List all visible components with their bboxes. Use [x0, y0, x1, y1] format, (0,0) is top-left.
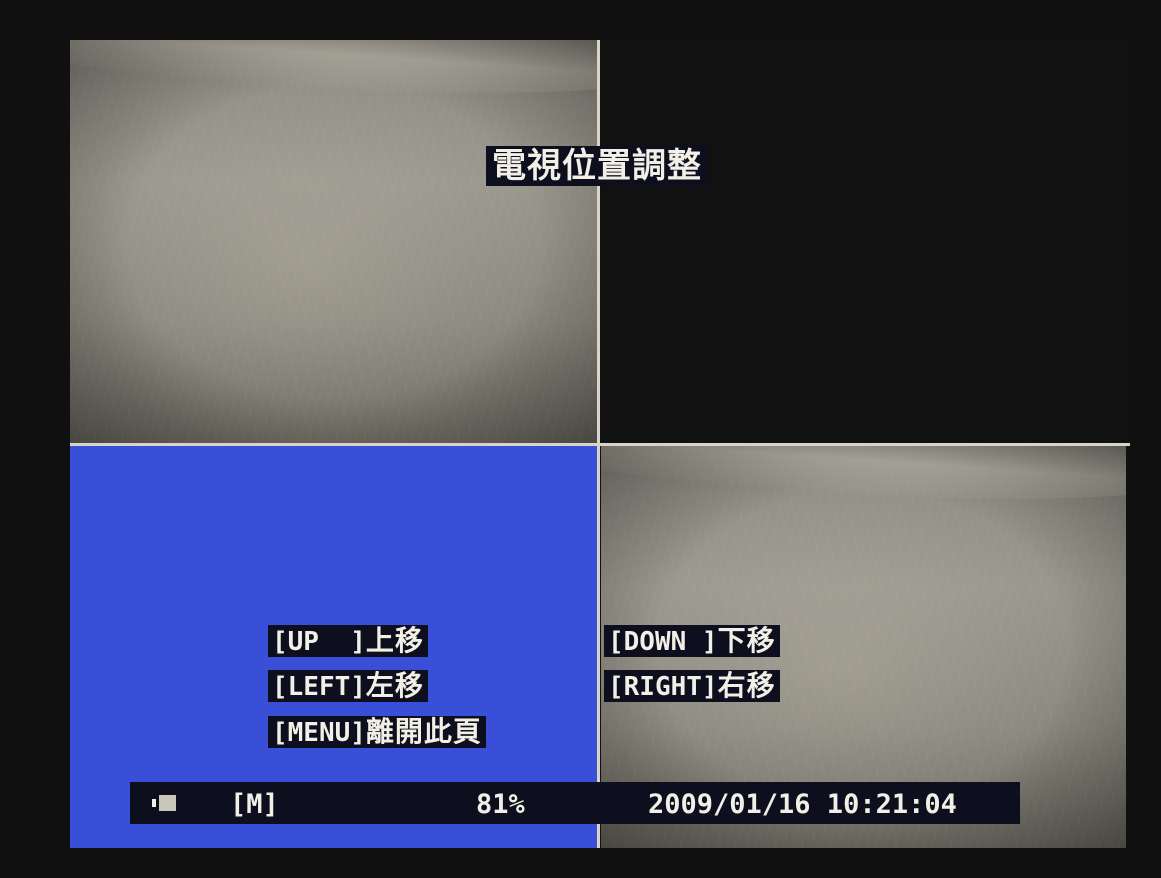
recording-indicator-icon — [152, 795, 176, 811]
command-up-key: [UP ] — [272, 627, 366, 657]
command-left[interactable]: [LEFT]左移 — [268, 670, 428, 702]
command-up[interactable]: [UP ]上移 — [268, 625, 428, 657]
horizontal-divider — [70, 443, 1130, 446]
status-level: 81% — [476, 789, 525, 820]
status-datetime: 2009/01/16 10:21:04 — [648, 789, 957, 820]
command-down-label: 下移 — [717, 624, 776, 657]
command-right[interactable]: [RIGHT]右移 — [604, 670, 780, 702]
camera-channel-1[interactable] — [70, 40, 598, 444]
command-menu-label: 離開此頁 — [365, 715, 482, 748]
command-menu-key: [MENU] — [272, 718, 366, 748]
status-bar: [M] 81% 2009/01/16 10:21:04 — [130, 782, 1020, 824]
dvr-screen: 電視位置調整 [UP ]上移 [LEFT]左移 [MENU]離開此頁 [DOWN… — [0, 0, 1161, 878]
page-title: 電視位置調整 — [486, 146, 708, 186]
status-mode: [M] — [230, 789, 279, 820]
command-left-key: [LEFT] — [272, 672, 366, 702]
command-left-label: 左移 — [365, 669, 424, 702]
command-up-label: 上移 — [365, 624, 424, 657]
command-menu[interactable]: [MENU]離開此頁 — [268, 716, 486, 748]
command-right-key: [RIGHT] — [608, 672, 718, 702]
command-right-label: 右移 — [717, 669, 776, 702]
command-down-key: [DOWN ] — [608, 627, 718, 657]
command-down[interactable]: [DOWN ]下移 — [604, 625, 780, 657]
camera-channel-2[interactable] — [601, 40, 1126, 444]
